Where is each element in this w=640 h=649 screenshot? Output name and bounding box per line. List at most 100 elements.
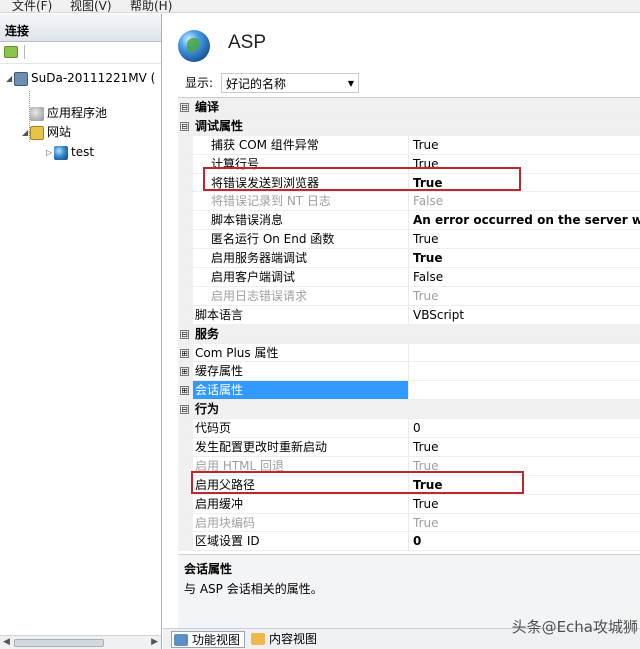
tree-label-sites: 网站	[47, 125, 72, 139]
category-value	[413, 116, 640, 135]
property-value[interactable]: True	[413, 495, 640, 513]
tree-node-server[interactable]: ◢ SuDa-20111221MV (	[6, 69, 155, 87]
property-row[interactable]: 发生配置更改时重新启动 True	[178, 438, 640, 457]
collapse-arrow-icon[interactable]: ◢	[22, 124, 30, 142]
connect-icon[interactable]	[4, 46, 18, 58]
property-name: 启用缓冲	[193, 494, 409, 513]
category-label: 调试属性	[193, 116, 409, 135]
property-value[interactable]: False	[413, 268, 640, 286]
collapse-icon[interactable]: ⊟	[180, 103, 189, 112]
category-label: 行为	[193, 400, 409, 419]
row-gutter	[178, 419, 193, 438]
property-value[interactable]: True	[413, 155, 640, 173]
property-value[interactable]: False	[413, 192, 640, 210]
menu-view[interactable]: 视图(V)	[70, 0, 112, 12]
scroll-left-icon[interactable]: ◀	[3, 637, 10, 647]
horizontal-scrollbar[interactable]: ◀ ▶	[0, 635, 161, 649]
property-value[interactable]: 0	[413, 532, 640, 550]
category-value	[413, 324, 640, 343]
property-value	[413, 381, 640, 399]
property-row[interactable]: 启用块编码 True	[178, 513, 640, 533]
menu-help[interactable]: 帮助(H)	[130, 0, 172, 12]
expand-icon[interactable]: ⊞	[180, 367, 189, 377]
collapse-icon[interactable]: ⊟	[180, 405, 189, 415]
property-row[interactable]: 脚本语言 VBScript	[178, 305, 640, 325]
property-row[interactable]: 将错误记录到 NT 日志 False	[178, 192, 640, 212]
property-value[interactable]: True	[413, 136, 640, 154]
property-row[interactable]: 启用 HTML 回退 True	[178, 456, 640, 476]
category-compile[interactable]: ⊟ 编译	[178, 98, 640, 117]
property-name: 缓存属性	[193, 362, 409, 381]
expand-icon[interactable]: ⊞	[180, 348, 189, 358]
row-gutter	[178, 494, 193, 513]
globe-land-shape	[187, 38, 199, 52]
category-services[interactable]: ⊟ 服务	[178, 324, 640, 344]
property-name: 启用客户端调试	[193, 268, 409, 286]
row-gutter	[178, 173, 193, 192]
property-row[interactable]: 捕获 COM 组件异常 True	[178, 135, 640, 155]
property-value[interactable]: True	[413, 249, 640, 267]
collapse-icon[interactable]: ⊟	[180, 329, 189, 339]
category-value	[413, 400, 640, 419]
property-row[interactable]: 计算行号 True	[178, 154, 640, 174]
property-group-cache[interactable]: ⊞ 缓存属性	[178, 362, 640, 382]
property-row[interactable]: 启用日志错误请求 True	[178, 286, 640, 306]
property-value[interactable]: True	[413, 438, 640, 456]
tree-node-test[interactable]: ▷ test	[46, 143, 94, 161]
tab-content-view[interactable]: 内容视图	[249, 631, 317, 648]
property-value[interactable]: An error occurred on the server wh	[413, 211, 640, 229]
property-value[interactable]: True	[413, 457, 640, 475]
property-group-complus[interactable]: ⊞ Com Plus 属性	[178, 343, 640, 363]
asp-globe-icon	[178, 30, 210, 62]
category-debug[interactable]: ⊟ 调试属性	[178, 116, 640, 136]
property-name: 会话属性	[193, 381, 409, 400]
connections-toolbar	[0, 42, 161, 64]
tree-label-server: SuDa-20111221MV (	[31, 71, 156, 85]
property-value[interactable]: True	[413, 230, 640, 248]
expand-arrow-icon[interactable]: ▷	[46, 144, 54, 162]
property-row[interactable]: 启用父路径 True	[178, 475, 640, 495]
property-group-session[interactable]: ⊞ 会话属性	[178, 381, 640, 401]
property-name: 匿名运行 On End 函数	[193, 230, 409, 249]
property-value[interactable]: 0	[413, 419, 640, 437]
property-value[interactable]: True	[413, 476, 640, 494]
content-view-icon	[251, 633, 265, 645]
property-name: 计算行号	[193, 154, 409, 173]
property-row[interactable]: 启用服务器端调试 True	[178, 249, 640, 269]
expand-icon[interactable]: ⊞	[180, 386, 189, 396]
collapse-arrow-icon[interactable]: ◢	[6, 70, 14, 88]
tab-features-view[interactable]: 功能视图	[171, 631, 246, 648]
property-value[interactable]: True	[413, 174, 640, 192]
display-select[interactable]: 好记的名称 ▼	[221, 73, 359, 93]
property-name: 启用 HTML 回退	[193, 456, 409, 475]
row-gutter	[178, 230, 193, 249]
property-row[interactable]: 区域设置 ID 0	[178, 532, 640, 552]
tree-node-sites[interactable]: ◢ 网站	[22, 123, 71, 141]
category-value	[413, 98, 640, 116]
property-row[interactable]: 匿名运行 On End 函数 True	[178, 230, 640, 250]
property-row[interactable]: 脚本错误消息 An error occurred on the server wh	[178, 211, 640, 231]
tree-node-app-pools[interactable]: 应用程序池	[30, 104, 107, 122]
row-gutter	[178, 438, 193, 456]
collapse-icon[interactable]: ⊟	[180, 121, 189, 131]
category-behavior[interactable]: ⊟ 行为	[178, 400, 640, 420]
property-name: 启用日志错误请求	[193, 286, 409, 305]
property-name: 代码页	[193, 419, 409, 438]
menu-file[interactable]: 文件(F)	[12, 0, 52, 12]
app-pool-icon	[30, 106, 44, 121]
property-row[interactable]: 代码页 0	[178, 419, 640, 439]
property-value[interactable]: True	[413, 514, 640, 532]
scrollbar-thumb[interactable]	[14, 639, 104, 647]
property-value[interactable]: True	[413, 287, 640, 305]
property-value[interactable]: VBScript	[413, 306, 640, 324]
property-row[interactable]: 启用缓冲 True	[178, 494, 640, 514]
globe-icon	[54, 145, 68, 160]
description-text: 与 ASP 会话相关的属性。	[184, 582, 323, 596]
property-row[interactable]: 将错误发送到浏览器 True	[178, 173, 640, 193]
sites-folder-icon	[30, 125, 44, 140]
chevron-down-icon: ▼	[347, 79, 354, 88]
scroll-right-icon[interactable]: ▶	[151, 637, 158, 647]
property-row[interactable]: 启用客户端调试 False	[178, 268, 640, 287]
row-gutter	[178, 268, 193, 286]
property-name: Com Plus 属性	[193, 343, 409, 362]
